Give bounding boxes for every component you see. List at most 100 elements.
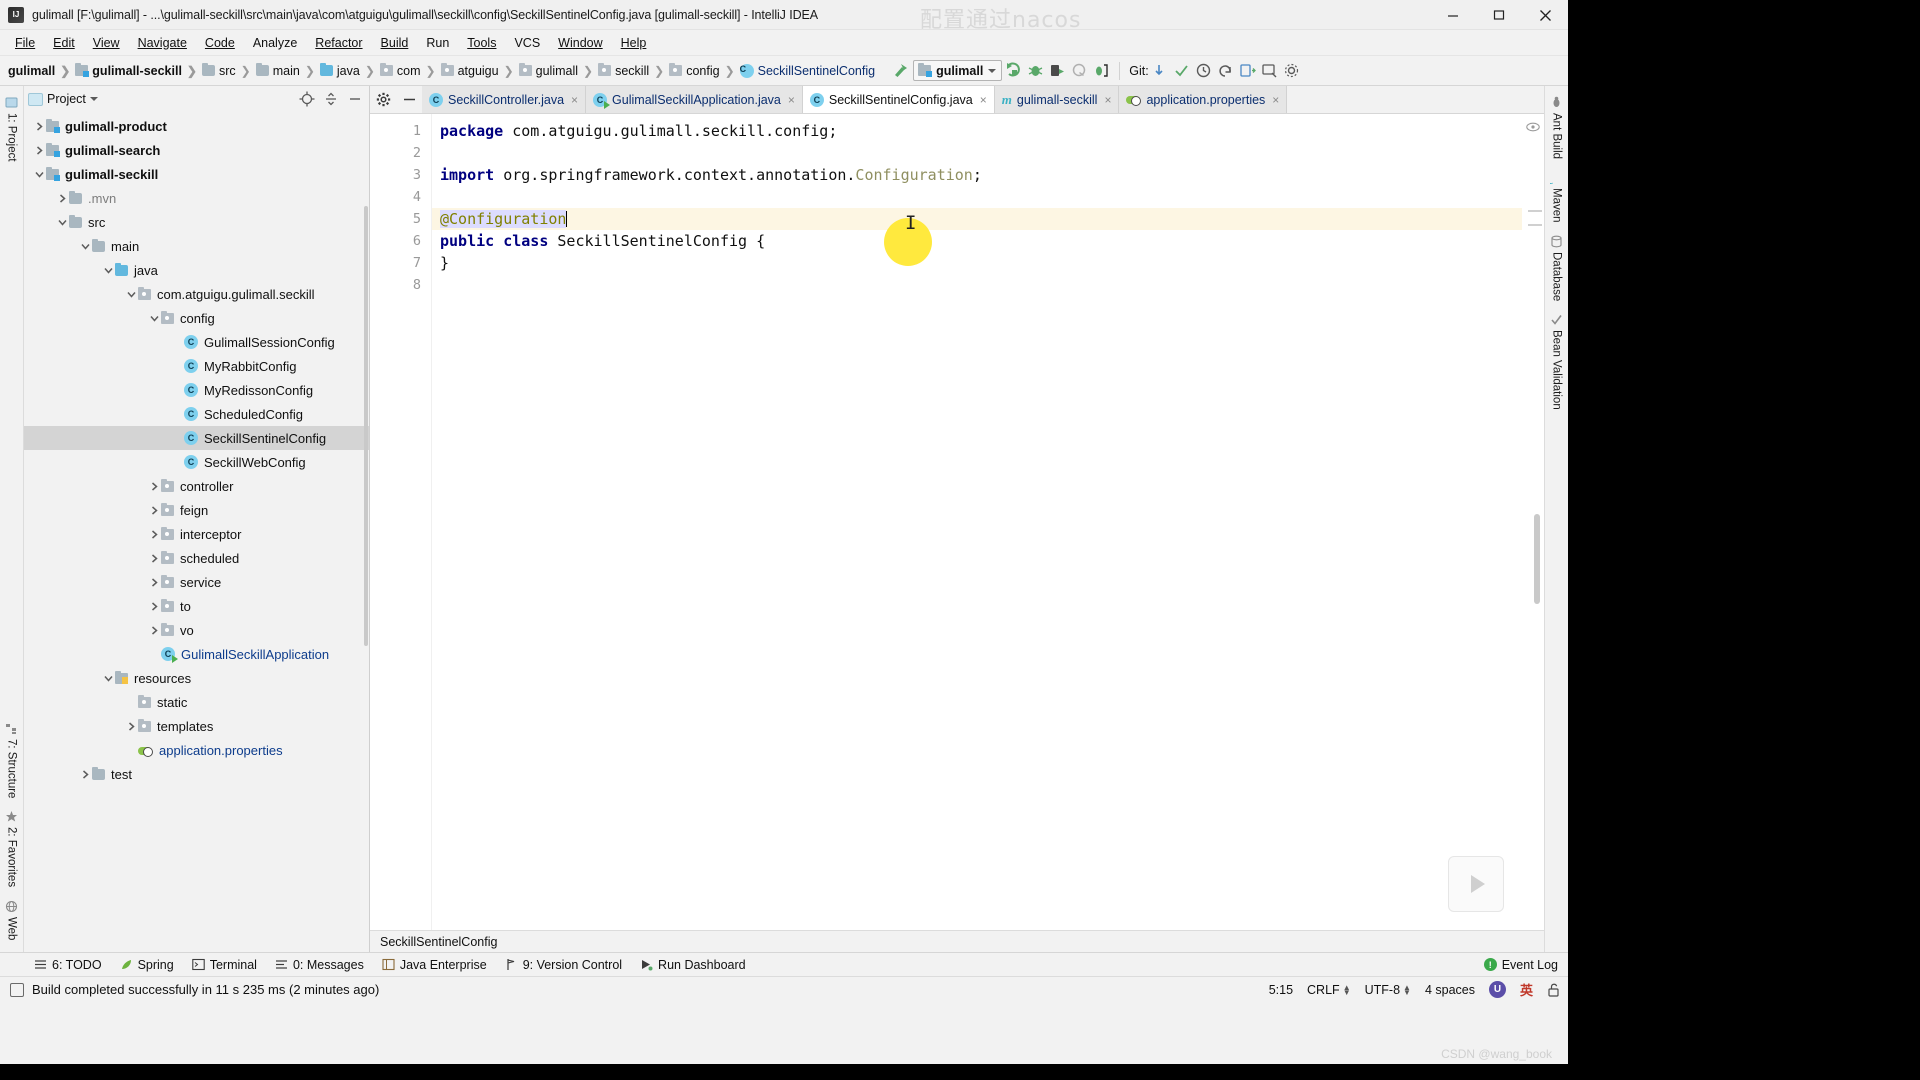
menu-build[interactable]: Build	[372, 34, 418, 52]
menu-window[interactable]: Window	[549, 34, 611, 52]
tree-item[interactable]: C MyRedissonConfig	[24, 378, 369, 402]
sidebar-item-web[interactable]: Web	[2, 894, 21, 946]
tree-item[interactable]: to	[24, 594, 369, 618]
chevron-down-icon[interactable]	[89, 97, 98, 101]
run-with-coverage-button[interactable]	[1046, 60, 1068, 82]
sidebar-item-structure[interactable]: 7: Structure	[2, 716, 21, 804]
tree-expand-arrow[interactable]	[124, 721, 138, 731]
breadcrumb-item-src[interactable]: src ❯	[201, 63, 256, 78]
menu-navigate[interactable]: Navigate	[129, 34, 196, 52]
editor-tab-gulimall-seckill-pom[interactable]: m gulimall-seckill ×	[994, 86, 1120, 113]
breadcrumb-item-seckill-pkg[interactable]: seckill ❯	[598, 63, 669, 78]
search-everywhere-button[interactable]	[1259, 60, 1281, 82]
run-configuration-selector[interactable]: gulimall	[913, 60, 1003, 81]
tree-expand-arrow[interactable]	[147, 481, 161, 491]
tree-item[interactable]: C GulimallSessionConfig	[24, 330, 369, 354]
tree-item[interactable]: C GulimallSeckillApplication	[24, 642, 369, 666]
tree-item[interactable]: templates	[24, 714, 369, 738]
commit-button[interactable]	[1171, 60, 1193, 82]
tree-expand-arrow[interactable]	[101, 266, 115, 275]
hide-editor-icon[interactable]	[396, 86, 422, 113]
code-editor[interactable]: 1 2 3 4 5 6 7 8 package com.atguigu.guli…	[370, 114, 1544, 930]
tool-button-version-control[interactable]: 9: Version Control	[505, 958, 622, 972]
ime-language-label[interactable]: 英	[1520, 980, 1533, 999]
breadcrumb-item-java[interactable]: java ❯	[319, 63, 380, 78]
sidebar-item-project[interactable]: 1: Project	[2, 90, 21, 168]
menu-code[interactable]: Code	[196, 34, 244, 52]
tree-expand-arrow[interactable]	[78, 242, 92, 251]
editor-tab-seckill-controller[interactable]: C SeckillController.java ×	[422, 86, 587, 113]
tree-item[interactable]: gulimall-seckill	[24, 162, 369, 186]
tree-item[interactable]: feign	[24, 498, 369, 522]
minimize-button[interactable]	[1430, 0, 1476, 30]
tree-item[interactable]: config	[24, 306, 369, 330]
tree-item[interactable]: scheduled	[24, 546, 369, 570]
tree-expand-arrow[interactable]	[147, 314, 161, 323]
build-project-button[interactable]	[889, 60, 911, 82]
rollback-button[interactable]	[1215, 60, 1237, 82]
tool-button-java-enterprise[interactable]: Java Enterprise	[382, 958, 487, 972]
breadcrumb-item-module[interactable]: gulimall-seckill ❯	[75, 63, 202, 78]
tree-item[interactable]: C MyRabbitConfig	[24, 354, 369, 378]
sidebar-item-ant-build[interactable]: Ant Build	[1547, 90, 1566, 165]
tree-expand-arrow[interactable]	[101, 674, 115, 683]
tree-item[interactable]: resources	[24, 666, 369, 690]
unlocked-icon[interactable]	[1547, 983, 1560, 997]
menu-view[interactable]: View	[84, 34, 129, 52]
sidebar-item-database[interactable]: Database	[1547, 229, 1566, 307]
push-button[interactable]	[1237, 60, 1259, 82]
update-project-button[interactable]	[1149, 60, 1171, 82]
tool-button-messages[interactable]: 0: Messages	[275, 958, 364, 972]
tree-expand-arrow[interactable]	[147, 625, 161, 635]
tree-item[interactable]: service	[24, 570, 369, 594]
breadcrumb-item-atguigu[interactable]: atguigu ❯	[440, 63, 519, 78]
settings-button[interactable]	[1281, 60, 1303, 82]
collapse-all-icon[interactable]	[321, 89, 341, 109]
tree-item[interactable]: gulimall-search	[24, 138, 369, 162]
tree-expand-arrow[interactable]	[32, 170, 46, 179]
profile-button[interactable]	[1068, 60, 1090, 82]
event-log-button[interactable]: Event Log	[1483, 958, 1568, 972]
tree-item[interactable]: C SeckillSentinelConfig	[24, 426, 369, 450]
locate-file-icon[interactable]	[297, 89, 317, 109]
close-icon[interactable]: ×	[571, 93, 578, 107]
tree-item[interactable]: gulimall-product	[24, 114, 369, 138]
menu-tools[interactable]: Tools	[458, 34, 505, 52]
tree-item[interactable]: C SeckillWebConfig	[24, 450, 369, 474]
close-button[interactable]	[1522, 0, 1568, 30]
tree-expand-arrow[interactable]	[147, 553, 161, 563]
maximize-button[interactable]	[1476, 0, 1522, 30]
editor-scrollbar[interactable]	[1534, 514, 1540, 604]
editor-breadcrumb[interactable]: SeckillSentinelConfig	[370, 930, 1544, 952]
tree-expand-arrow[interactable]	[147, 529, 161, 539]
tree-item[interactable]: vo	[24, 618, 369, 642]
breadcrumb-item-gulimall-pkg[interactable]: gulimall ❯	[518, 63, 598, 78]
caret-position[interactable]: 5:15	[1269, 983, 1293, 997]
tree-expand-arrow[interactable]	[55, 218, 69, 227]
indent-setting[interactable]: 4 spaces	[1425, 983, 1475, 997]
editor-tab-application-properties[interactable]: application.properties ×	[1119, 86, 1288, 113]
menu-run[interactable]: Run	[417, 34, 458, 52]
breadcrumb-item-project[interactable]: gulimall ❯	[2, 64, 75, 78]
sidebar-item-maven[interactable]: m Maven	[1544, 165, 1566, 229]
tree-expand-arrow[interactable]	[32, 145, 46, 155]
close-icon[interactable]: ×	[1272, 93, 1279, 107]
tree-item[interactable]: static	[24, 690, 369, 714]
chevron-down-icon[interactable]	[988, 68, 997, 73]
breadcrumb-item-main[interactable]: main ❯	[255, 63, 320, 78]
menu-help[interactable]: Help	[612, 34, 656, 52]
tool-button-run-dashboard[interactable]: Run Dashboard	[640, 958, 746, 972]
tree-item[interactable]: C ScheduledConfig	[24, 402, 369, 426]
tree-item[interactable]: main	[24, 234, 369, 258]
tree-expand-arrow[interactable]	[55, 193, 69, 203]
tree-expand-arrow[interactable]	[147, 601, 161, 611]
tree-expand-arrow[interactable]	[32, 121, 46, 131]
code-text[interactable]: package com.atguigu.gulimall.seckill.con…	[432, 114, 1522, 930]
file-encoding[interactable]: UTF-8 ▲ ▼	[1365, 983, 1411, 997]
history-button[interactable]	[1193, 60, 1215, 82]
tool-button-spring[interactable]: Spring	[120, 958, 174, 972]
sidebar-item-favorites[interactable]: 2: Favorites	[2, 804, 21, 893]
close-icon[interactable]: ×	[980, 93, 987, 107]
tree-item[interactable]: src	[24, 210, 369, 234]
play-overlay-button[interactable]	[1448, 856, 1504, 912]
